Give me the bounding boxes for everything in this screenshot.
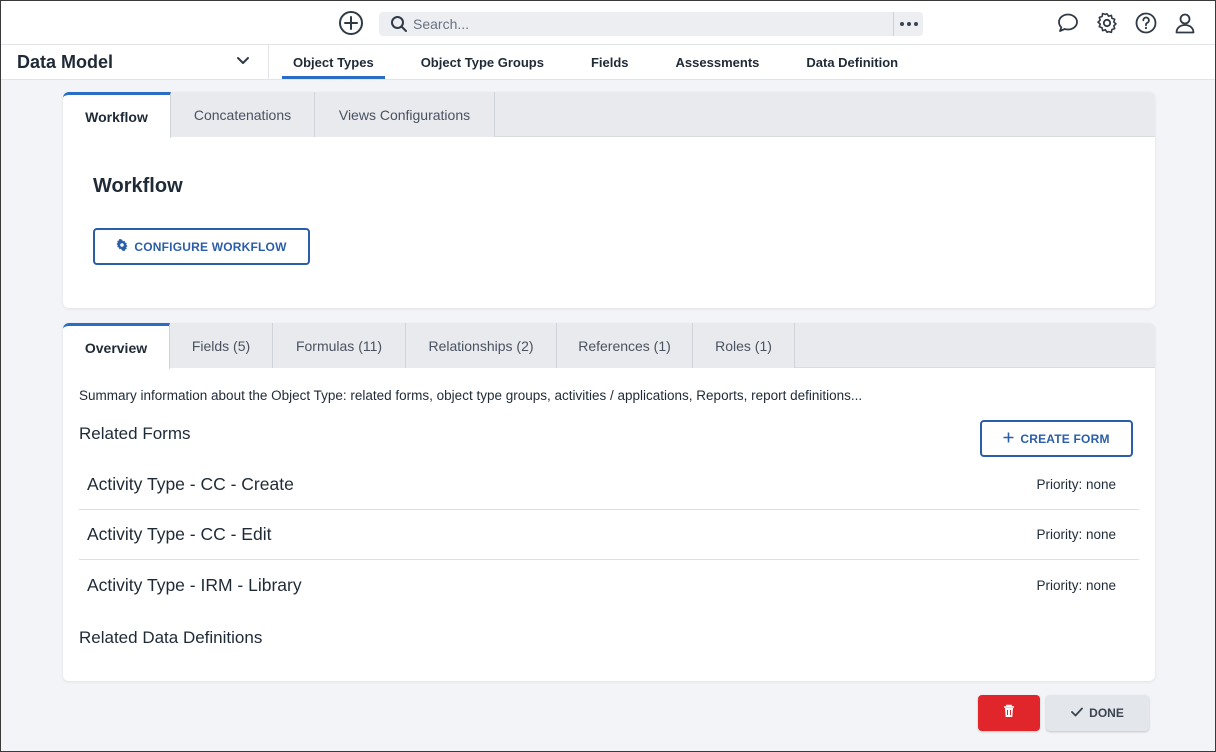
tab-fields[interactable]: Fields [580,45,640,79]
form-priority: Priority: none [1036,577,1116,593]
search-icon [385,12,413,36]
trash-icon [1003,704,1015,723]
chat-icon[interactable] [1056,11,1080,35]
tab-references[interactable]: References (1) [557,323,693,368]
search-input[interactable] [413,13,893,35]
workflow-title: Workflow [93,175,183,197]
tab-views-configurations[interactable]: Views Configurations [315,92,495,137]
search-more-icon[interactable] [893,12,923,36]
add-icon[interactable] [339,11,363,35]
configure-workflow-button[interactable]: CONFIGURE WORKFLOW [93,228,310,265]
tab-object-type-groups[interactable]: Object Type Groups [410,45,555,79]
related-forms-list: Activity Type - CC - Create Priority: no… [79,460,1139,610]
plus-icon [1003,432,1014,446]
form-priority: Priority: none [1036,477,1116,492]
tab-formulas[interactable]: Formulas (11) [273,323,406,368]
help-icon[interactable] [1134,11,1158,35]
list-item[interactable]: Activity Type - CC - Create Priority: no… [79,460,1139,510]
configure-workflow-label: CONFIGURE WORKFLOW [134,239,287,254]
workflow-tabs: Workflow Concatenations Views Configurat… [63,92,1155,138]
tab-object-types[interactable]: Object Types [282,45,385,79]
create-form-label: CREATE FORM [1020,431,1110,446]
workflow-card: Workflow Concatenations Views Configurat… [63,92,1155,308]
tab-roles[interactable]: Roles (1) [693,323,795,368]
form-priority: Priority: none [1036,527,1116,542]
list-item[interactable]: Activity Type - CC - Edit Priority: none [79,510,1139,560]
tab-workflow[interactable]: Workflow [63,92,171,138]
form-name: Activity Type - CC - Edit [87,524,272,544]
create-form-button[interactable]: CREATE FORM [980,420,1133,457]
gear-icon[interactable] [1095,11,1119,35]
overview-card: Overview Fields (5) Formulas (11) Relati… [63,323,1155,681]
form-name: Activity Type - CC - Create [87,474,294,494]
list-item[interactable]: Activity Type - IRM - Library Priority: … [79,560,1139,610]
chevron-down-icon [236,53,250,71]
tab-relationships[interactable]: Relationships (2) [406,323,557,368]
check-icon [1071,706,1084,720]
tab-fields-count[interactable]: Fields (5) [170,323,273,368]
form-name: Activity Type - IRM - Library [87,574,302,595]
related-forms-title: Related Forms [79,424,191,443]
overview-tabs: Overview Fields (5) Formulas (11) Relati… [63,323,1155,369]
nav-bar: Data Model Object Types Object Type Grou… [1,45,1215,80]
user-icon[interactable] [1173,11,1197,35]
top-bar [1,1,1215,45]
tab-assessments[interactable]: Assessments [665,45,771,79]
tab-data-definition[interactable]: Data Definition [795,45,909,79]
data-model-label: Data Model [17,51,114,72]
delete-button[interactable] [978,695,1040,731]
gear-icon [116,238,128,254]
summary-text: Summary information about the Object Typ… [79,388,863,403]
tab-overview[interactable]: Overview [63,323,170,369]
data-model-dropdown[interactable]: Data Model [1,45,269,79]
search-bar [379,12,923,36]
tab-concatenations[interactable]: Concatenations [171,92,315,137]
done-button[interactable]: DONE [1046,695,1149,731]
done-label: DONE [1089,706,1124,720]
related-data-definitions-title: Related Data Definitions [79,628,263,647]
